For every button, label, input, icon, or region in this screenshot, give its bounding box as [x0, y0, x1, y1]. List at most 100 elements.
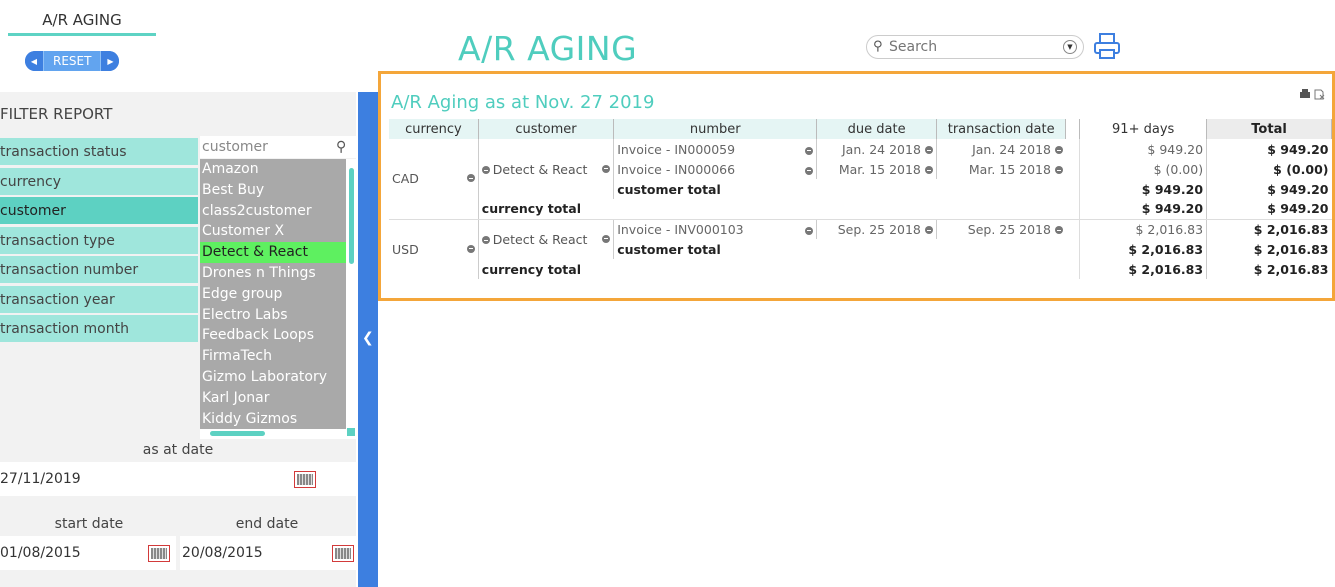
transaction-date: Sep. 25 2018 — [967, 221, 1051, 237]
column-header-due-date[interactable]: due date — [816, 119, 937, 139]
invoice-number[interactable]: Invoice - IN000066 — [617, 162, 735, 177]
collapse-icon[interactable] — [481, 236, 490, 245]
calendar-icon[interactable] — [294, 471, 316, 488]
due-date: Jan. 24 2018 — [841, 141, 921, 157]
due-date-cell: Sep. 25 2018 — [816, 219, 937, 239]
collapse-icon[interactable] — [602, 164, 611, 173]
list-item[interactable]: Electro Labs — [200, 305, 346, 326]
list-item[interactable]: Best Buy — [200, 180, 346, 201]
report-panel: A/R Aging as at Nov. 27 2019 currency cu… — [378, 71, 1335, 301]
invoice-number[interactable]: Invoice - IN000059 — [617, 142, 735, 157]
filter-item-transaction-year[interactable]: transaction year — [0, 286, 198, 313]
scroll-corner — [347, 428, 355, 436]
spacer-cell — [1066, 219, 1080, 239]
next-arrow-icon[interactable]: ▶ — [101, 51, 120, 71]
customer-total: $ 2,016.83 — [1253, 241, 1329, 257]
currency-total: $ 2,016.83 — [1253, 261, 1329, 277]
column-header-customer[interactable]: customer — [478, 119, 615, 139]
collapse-icon[interactable] — [1054, 146, 1063, 154]
collapse-icon[interactable] — [805, 146, 814, 155]
print-icon[interactable] — [1299, 89, 1311, 100]
spacer-cell — [1066, 139, 1080, 159]
list-item[interactable]: Customer X — [200, 221, 346, 242]
filter-item-currency[interactable]: currency — [0, 168, 198, 195]
export-excel-icon[interactable] — [1314, 89, 1326, 100]
end-date-field[interactable]: 20/08/2015 — [180, 536, 356, 570]
prev-arrow-icon[interactable]: ◀ — [25, 51, 43, 71]
currency-cell: USD — [389, 219, 479, 279]
collapse-icon[interactable] — [1054, 166, 1063, 174]
number-cell: Invoice - IN000059 — [613, 139, 818, 159]
column-header-total[interactable]: Total — [1206, 119, 1332, 139]
number-cell: Invoice - IN000066 — [613, 159, 818, 179]
due-date: Mar. 15 2018 — [838, 161, 921, 177]
collapse-icon[interactable] — [481, 166, 490, 174]
txn-date-cell: Sep. 25 2018 — [936, 219, 1066, 239]
start-date-label: start date — [54, 516, 124, 532]
tab-underline — [8, 33, 156, 36]
list-item[interactable]: class2customer — [200, 201, 346, 222]
customer-total-91: $ 2,016.83 — [1079, 239, 1208, 259]
collapse-icon[interactable] — [805, 226, 814, 235]
customer-total-label: customer total — [617, 181, 721, 197]
chevron-left-icon[interactable]: ❮ — [362, 330, 374, 346]
days91-cell: $ (0.00) — [1079, 159, 1208, 179]
scrollbar-thumb[interactable] — [210, 431, 265, 436]
calendar-icon[interactable] — [332, 545, 354, 562]
printer-icon[interactable] — [1093, 32, 1121, 60]
total-cell: $ (0.00) — [1273, 161, 1329, 177]
invoice-number[interactable]: Invoice - INV000103 — [617, 222, 743, 237]
column-header-number[interactable]: number — [613, 119, 818, 139]
filter-item-transaction-type[interactable]: transaction type — [0, 227, 198, 254]
search-input[interactable] — [889, 39, 1039, 55]
as-at-date-value: 27/11/2019 — [0, 471, 81, 487]
collapse-icon[interactable] — [1054, 226, 1063, 235]
reset-button[interactable]: RESET — [43, 51, 102, 71]
days91-cell: $ 2,016.83 — [1079, 219, 1208, 239]
end-date-label: end date — [235, 516, 299, 532]
currency-cell: CAD — [389, 139, 479, 220]
filter-item-transaction-status[interactable]: transaction status — [0, 138, 198, 165]
filter-item-transaction-number[interactable]: transaction number — [0, 256, 198, 283]
collapse-icon[interactable] — [924, 166, 933, 174]
list-item[interactable]: Feedback Loops — [200, 325, 346, 346]
filter-item-customer[interactable]: customer — [0, 197, 198, 224]
list-item[interactable]: Edge group — [200, 284, 346, 305]
list-item[interactable]: Kiddy Gizmos — [200, 409, 346, 429]
column-header-91-days[interactable]: 91+ days — [1079, 119, 1208, 139]
customer-list[interactable]: Amazon Best Buy class2customer Customer … — [200, 159, 346, 429]
currency-total-91: $ 949.20 — [1079, 199, 1208, 220]
list-item[interactable]: Drones n Things — [200, 263, 346, 284]
txn-date-cell: Jan. 24 2018 — [936, 139, 1066, 159]
chevron-down-icon[interactable]: ▼ — [1063, 40, 1077, 54]
as-at-date-label: as at date — [142, 442, 214, 458]
calendar-icon[interactable] — [148, 545, 170, 562]
search-box[interactable]: ⚲ ▼ — [866, 35, 1084, 59]
txn-date-cell: Mar. 15 2018 — [936, 159, 1066, 179]
filter-panel: FILTER REPORT transaction status currenc… — [0, 92, 356, 587]
tab-ar-aging[interactable]: A/R AGING — [8, 11, 156, 29]
column-header-currency[interactable]: currency — [389, 119, 479, 139]
start-date-value: 01/08/2015 — [0, 545, 81, 561]
list-item[interactable]: Karl Jonar — [200, 388, 346, 409]
collapse-icon[interactable] — [466, 244, 475, 253]
collapse-icon[interactable] — [805, 166, 814, 175]
customer-search-input[interactable] — [200, 139, 330, 155]
currency-total-label: currency total — [478, 199, 1080, 220]
due-date-cell: Jan. 24 2018 — [816, 139, 937, 159]
scrollbar-thumb[interactable] — [349, 168, 354, 264]
customer-search[interactable]: ⚲ — [200, 136, 356, 158]
collapse-icon[interactable] — [602, 234, 611, 243]
filter-item-transaction-month[interactable]: transaction month — [0, 315, 198, 342]
list-item[interactable]: Amazon — [200, 159, 346, 180]
list-item[interactable]: Gizmo Laboratory — [200, 367, 346, 388]
collapse-icon[interactable] — [924, 146, 933, 154]
transaction-date: Jan. 24 2018 — [972, 141, 1051, 157]
due-date-cell: Mar. 15 2018 — [816, 159, 937, 179]
collapse-icon[interactable] — [924, 226, 933, 235]
collapse-icon[interactable] — [466, 174, 475, 183]
column-header-transaction-date[interactable]: transaction date — [936, 119, 1067, 139]
spacer-cell — [1066, 159, 1080, 179]
list-item[interactable]: FirmaTech — [200, 346, 346, 367]
list-item-selected[interactable]: Detect & React — [200, 242, 346, 263]
